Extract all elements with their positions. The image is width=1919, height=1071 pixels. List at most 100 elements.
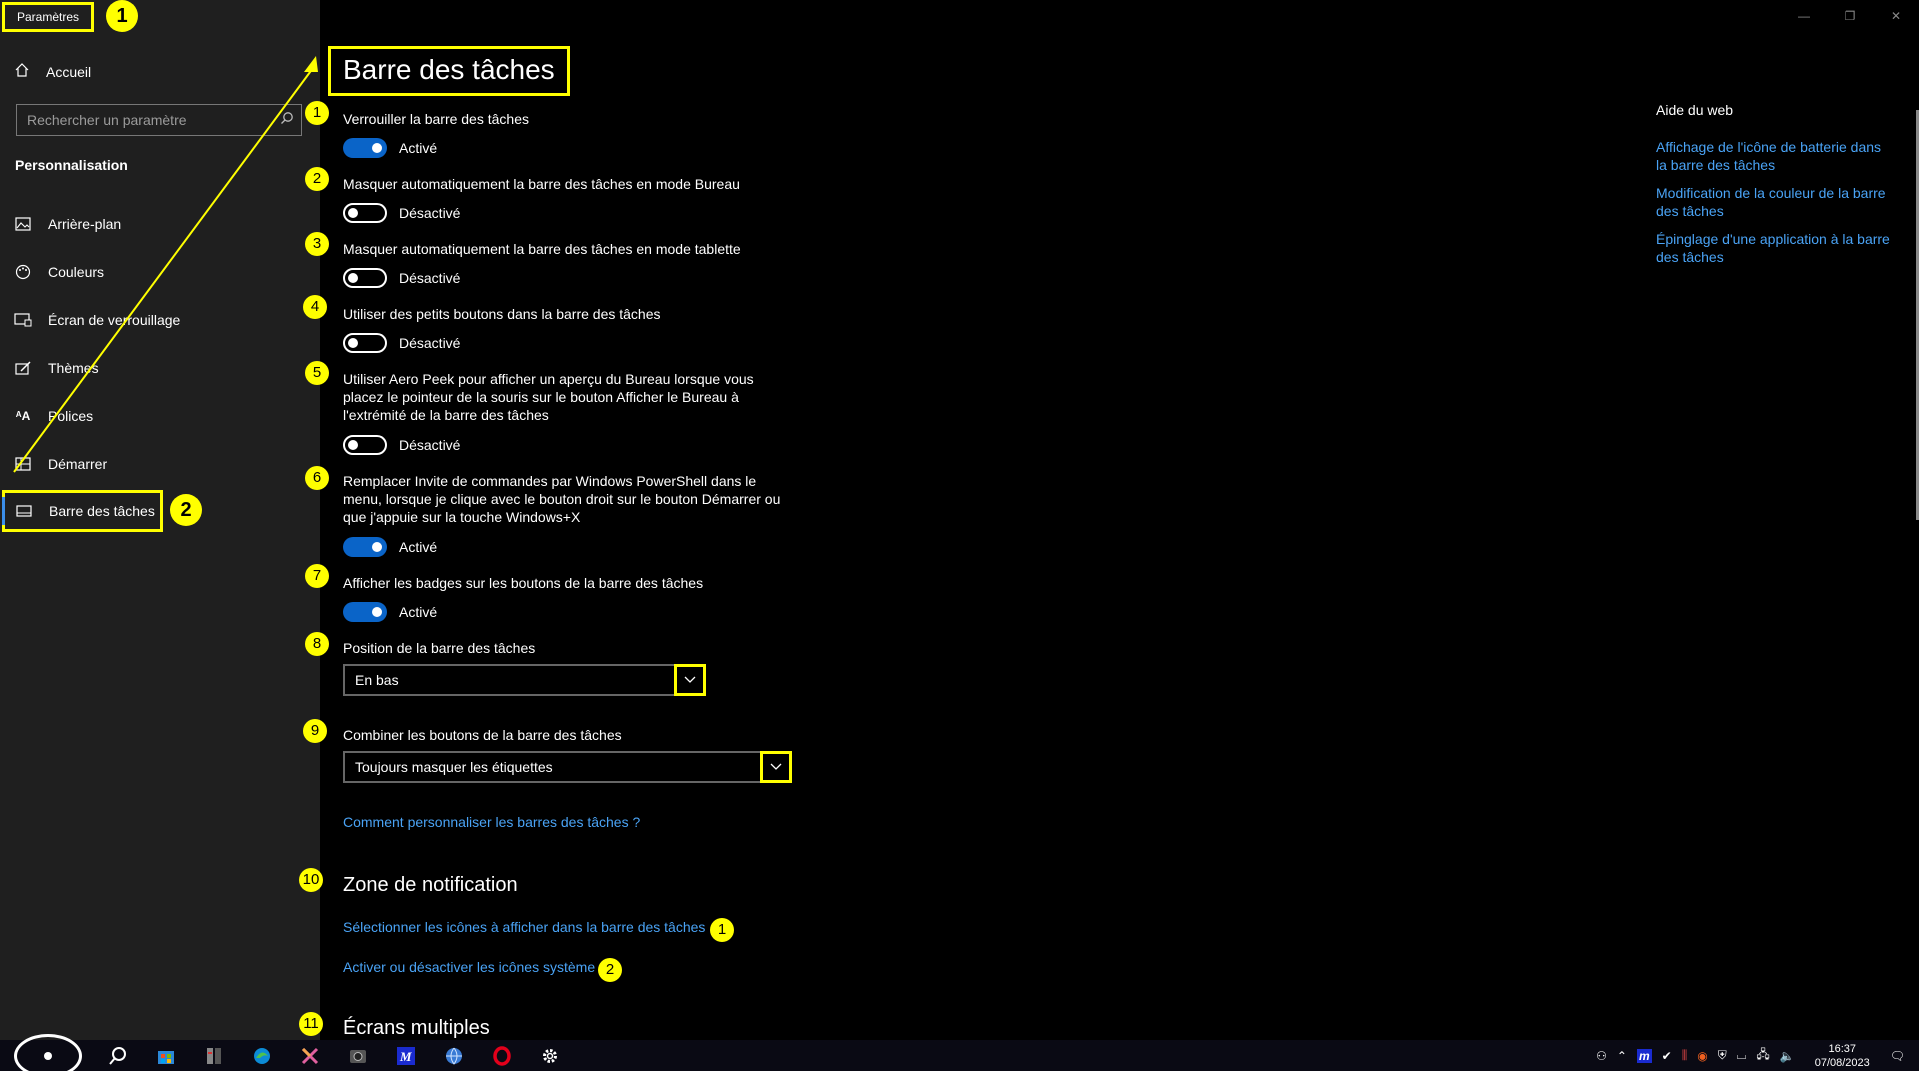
setting-label-line: Utiliser Aero Peek pour afficher un aper… (343, 371, 754, 387)
toggle-autohide-desktop[interactable]: Désactivé (343, 203, 460, 223)
start-button[interactable] (14, 1034, 82, 1071)
toggle-aero-peek[interactable]: Désactivé (343, 435, 460, 455)
usb-tray-icon[interactable]: ⌴ (1737, 1048, 1747, 1063)
chevron-up-icon[interactable]: ⌃ (1617, 1049, 1627, 1063)
setting-label: Position de la barre des tâches (343, 640, 536, 656)
annotation-badge: 6 (305, 466, 329, 490)
close-button[interactable]: ✕ (1873, 0, 1919, 32)
aside-title: Aide du web (1656, 102, 1734, 118)
toggle-state: Activé (399, 604, 438, 620)
web-help-link[interactable]: Épinglage d'une application à la barre d… (1656, 230, 1896, 266)
position-dropdown[interactable]: En bas (343, 664, 706, 696)
toggle-state: Activé (399, 539, 438, 555)
setting-label: Verrouiller la barre des tâches (343, 111, 529, 127)
web-help-link-line: des tâches (1656, 249, 1724, 265)
toggle-state: Activé (399, 140, 438, 156)
toggle-switch[interactable] (343, 333, 387, 353)
select-icons-link[interactable]: Sélectionner les icônes à afficher dans … (343, 918, 705, 936)
record-tray-icon[interactable]: ◉ (1697, 1049, 1707, 1063)
taskbar-icons: M (104, 1040, 564, 1071)
toggle-small-buttons[interactable]: Désactivé (343, 333, 460, 353)
toggle-state: Désactivé (399, 205, 461, 221)
web-help-link-line: la barre des tâches (1656, 157, 1776, 173)
chevron-down-icon[interactable] (674, 664, 706, 696)
clock-date: 07/08/2023 (1814, 1056, 1870, 1069)
minimize-button[interactable]: — (1781, 0, 1827, 32)
annotation-badge: 1 (710, 918, 734, 942)
toggle-switch[interactable] (343, 138, 387, 158)
search-icon[interactable] (104, 1043, 132, 1069)
toggle-powershell[interactable]: Activé (343, 537, 437, 557)
people-icon[interactable]: ⚇ (1596, 1049, 1607, 1063)
store-icon[interactable] (152, 1043, 180, 1069)
globe-icon[interactable] (440, 1043, 468, 1069)
toggle-switch[interactable] (343, 435, 387, 455)
help-link[interactable]: Comment personnaliser les barres des tâc… (343, 813, 640, 831)
annotation-badge: 2 (305, 167, 329, 191)
web-help-link[interactable]: Modification de la couleur de la barre d… (1656, 184, 1896, 220)
window-controls: — ❐ ✕ (1781, 0, 1919, 32)
setting-label-line: menu, lorsque je clique avec le bouton d… (343, 491, 781, 507)
main-content: — ❐ ✕ Barre des tâches 1 Verrouiller la … (299, 0, 1919, 1040)
web-help-link-line: Modification de la couleur de la barre (1656, 185, 1886, 201)
svg-text:M: M (399, 1049, 412, 1064)
setting-label-line: placez le pointeur de la souris sur le b… (343, 389, 739, 405)
toggle-switch[interactable] (343, 268, 387, 288)
toggle-badges[interactable]: Activé (343, 602, 437, 622)
web-help-link-line: Affichage de l'icône de batterie dans (1656, 139, 1882, 155)
section-title-multi-screens: Écrans multiples (343, 1017, 490, 1039)
annotation-badge: 9 (303, 719, 327, 743)
annotation-badge: 3 (305, 232, 329, 256)
toggle-state: Désactivé (399, 335, 461, 351)
web-help-link-line: Épinglage d'une application à la barre (1656, 231, 1890, 247)
annotation-badge: 11 (299, 1012, 323, 1036)
opera-icon[interactable] (488, 1043, 516, 1069)
clock-time: 16:37 (1828, 1042, 1856, 1055)
combine-dropdown[interactable]: Toujours masquer les étiquettes (343, 751, 792, 783)
toggle-autohide-tablet[interactable]: Désactivé (343, 268, 460, 288)
network-icon[interactable]: 🖧 (1756, 1045, 1769, 1066)
sidebar-item-label: Barre des tâches (49, 503, 155, 519)
dropdown-value: Toujours masquer les étiquettes (355, 759, 553, 775)
taskbar-icon (15, 502, 33, 520)
toggle-lock-taskbar[interactable]: Activé (343, 138, 437, 158)
check-tray-icon[interactable]: ✔ (1662, 1049, 1672, 1063)
web-help-link[interactable]: Affichage de l'icône de batterie dans la… (1656, 138, 1896, 174)
setting-label-line: Remplacer Invite de commandes par Window… (343, 473, 757, 489)
annotation-badge: 8 (305, 632, 329, 656)
gear-icon[interactable] (536, 1043, 564, 1069)
toggle-switch[interactable] (343, 537, 387, 557)
notification-icon[interactable]: 🗨 (1890, 1049, 1905, 1063)
annotation-badge: 2 (598, 958, 622, 982)
wifi-tray-icon[interactable]: ⫼ (1682, 1048, 1688, 1063)
toggle-state: Désactivé (399, 437, 461, 453)
m-app-icon[interactable]: M (392, 1043, 420, 1069)
clock[interactable]: 16:37 07/08/2023 (1815, 1042, 1870, 1070)
m-tray-icon[interactable]: m (1636, 1048, 1652, 1063)
setting-label: Combiner les boutons de la barre des tâc… (343, 727, 622, 743)
section-title-notification: Zone de notification (343, 874, 518, 896)
setting-label-line: que j'appuie sur la touche Windows+X (343, 509, 581, 525)
annotation-badge: 1 (305, 101, 329, 125)
volume-icon[interactable]: 🔈 (1780, 1049, 1795, 1063)
maximize-button[interactable]: ❐ (1827, 0, 1873, 32)
web-help-link-line: des tâches (1656, 203, 1724, 219)
setting-label-line: l'extrémité de la barre des tâches (343, 407, 549, 423)
camera-icon[interactable] (344, 1043, 372, 1069)
x-app-icon[interactable] (296, 1043, 324, 1069)
annotation-badge: 4 (303, 295, 327, 319)
windows-taskbar: M ⚇ ⌃ m ✔ ⫼ ◉ ⛨ ⌴ 🖧 🔈 16:37 07/08/2023 🗨 (0, 1034, 1919, 1071)
edge-icon[interactable] (248, 1043, 276, 1069)
setting-label: Utiliser Aero Peek pour afficher un aper… (343, 370, 754, 424)
annotation-badge: 7 (305, 564, 329, 588)
setting-label: Remplacer Invite de commandes par Window… (343, 472, 780, 526)
setting-label: Utiliser des petits boutons dans la barr… (343, 306, 661, 322)
annotation-badge: 5 (305, 361, 329, 385)
chevron-down-icon[interactable] (760, 751, 792, 783)
toggle-switch[interactable] (343, 602, 387, 622)
shield-tray-icon[interactable]: ⛨ (1718, 1048, 1727, 1063)
system-icons-link[interactable]: Activer ou désactiver les icônes système (343, 958, 595, 976)
toggle-switch[interactable] (343, 203, 387, 223)
app-icon[interactable] (200, 1043, 228, 1069)
setting-label: Masquer automatiquement la barre des tâc… (343, 176, 740, 192)
